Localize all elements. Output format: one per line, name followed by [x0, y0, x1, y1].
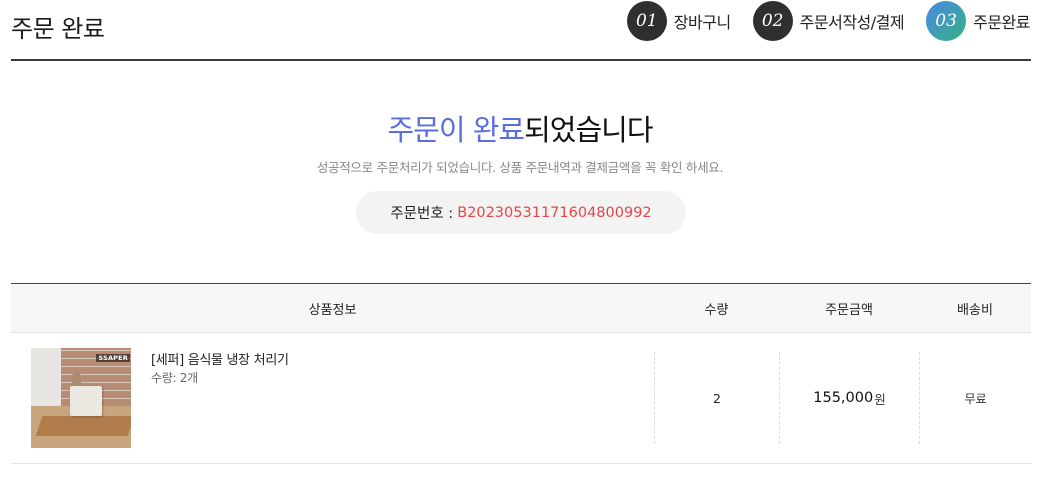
- heading-highlight: 주문이 완료: [387, 113, 525, 147]
- product-info: SSAPER [세퍼] 음식물 냉장 처리기 수량: 2개: [11, 333, 654, 463]
- order-number-label: 주문번호 :: [390, 206, 454, 222]
- thumbnail-board: [35, 416, 131, 436]
- thumbnail-window: [31, 348, 61, 406]
- header-quantity: 수량: [704, 302, 729, 318]
- page-title: 주문 완료: [11, 15, 105, 43]
- step-number-badge: 01: [626, 1, 667, 41]
- step-label: 주문완료: [973, 13, 1030, 32]
- heading-rest: 되었습니다: [524, 113, 653, 147]
- order-number-value: B20230531171604800992: [457, 204, 652, 221]
- shipping-cell: 무료: [919, 352, 1031, 444]
- product-thumbnail[interactable]: SSAPER: [31, 348, 131, 448]
- table-header: 상품정보 수량 주문금액 배송비: [11, 283, 1031, 333]
- step-number-badge-active: 03: [926, 1, 967, 41]
- step-complete: 03 주문완료: [926, 1, 1030, 41]
- thumbnail-vase: [72, 371, 81, 387]
- header-amount: 주문금액: [825, 302, 873, 318]
- header-shipping: 배송비: [957, 302, 993, 318]
- header-product: 상품정보: [308, 302, 357, 318]
- order-complete-description: 성공적으로 주문처리가 되었습니다. 상품 주문내역과 결제금액을 꼭 확인 하…: [316, 160, 724, 175]
- thumbnail-brand-label: SSAPER: [96, 354, 130, 362]
- step-cart: 01 장바구니: [626, 1, 731, 41]
- price-cell: 155,000 원: [779, 352, 919, 444]
- product-name-link[interactable]: [세퍼] 음식물 냉장 처리기: [151, 349, 289, 368]
- product-quantity-text: 수량: 2개: [151, 371, 198, 385]
- table-row: SSAPER [세퍼] 음식물 냉장 처리기 수량: 2개 2 155,000 원…: [11, 333, 1031, 464]
- price-value: 155,000: [813, 390, 874, 406]
- order-items-table: 상품정보 수량 주문금액 배송비 SSAPER [세퍼] 음식물 냉장 처리기 …: [11, 283, 1031, 464]
- step-number-badge: 02: [752, 1, 793, 41]
- thumbnail-device: [70, 386, 102, 416]
- order-number-box: 주문번호 : B20230531171604800992: [356, 191, 686, 234]
- step-label: 장바구니: [673, 13, 731, 32]
- quantity-cell: 2: [654, 352, 779, 444]
- step-label: 주문서작성/결제: [799, 13, 905, 32]
- step-checkout: 02 주문서작성/결제: [752, 1, 905, 41]
- order-complete-heading: 주문이 완료되었습니다: [0, 107, 1040, 149]
- price-unit: 원: [874, 391, 886, 407]
- order-steps: 01 장바구니 02 주문서작성/결제 03 주문완료: [605, 0, 1030, 42]
- header-divider: [11, 59, 1031, 61]
